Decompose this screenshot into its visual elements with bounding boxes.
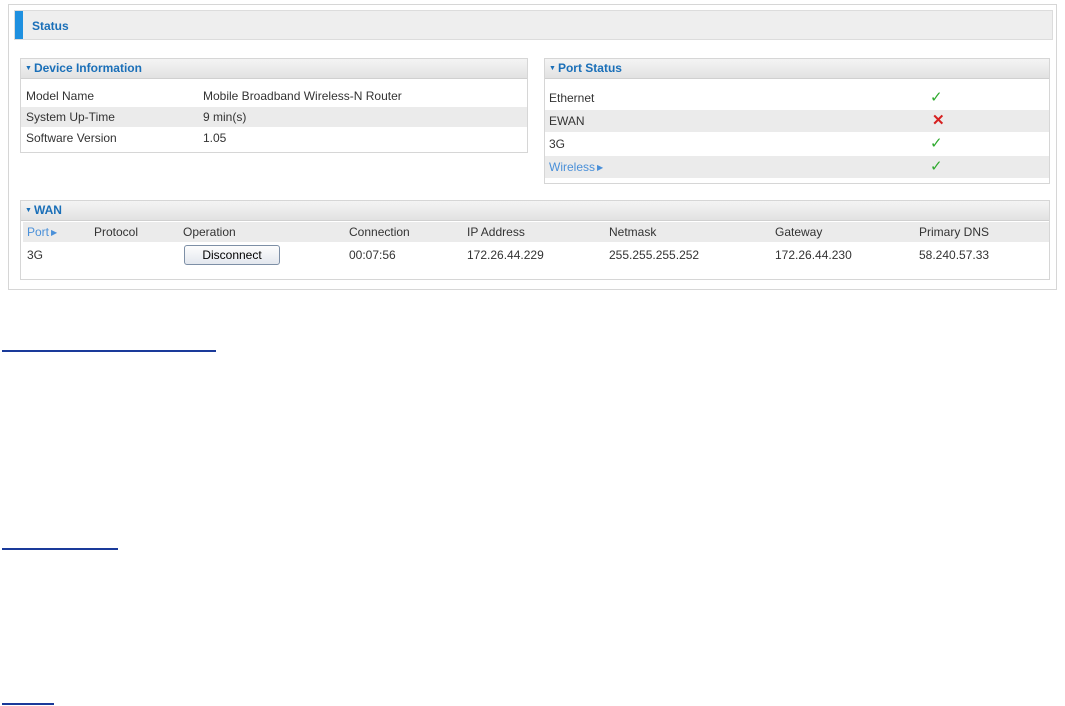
column-header-primary-dns: Primary DNS [919, 225, 990, 239]
wan-panel: ▼ WAN Port ▶ Protocol Operation Connection… [20, 200, 1050, 280]
port-status-title: Port Status [557, 61, 622, 75]
device-info-row: Model Name Mobile Broadband Wireless-N R… [21, 86, 527, 106]
status-header-bar: Status [14, 10, 1053, 40]
port-status-row: 3G ✓ [545, 133, 1049, 155]
port-label-3g: 3G [549, 137, 566, 151]
wan-connection-value: 00:07:56 [349, 248, 396, 262]
collapse-triangle-icon: ▼ [549, 65, 556, 72]
status-page-frame: Status ▼ Device Information Model Name Mo… [8, 4, 1057, 290]
column-header-protocol: Protocol [94, 225, 139, 239]
wan-port-value: 3G [27, 248, 44, 262]
wan-table-header: Port ▶ Protocol Operation Connection IP A… [23, 222, 1049, 242]
collapse-triangle-icon: ▼ [25, 65, 32, 72]
port-label-ethernet: Ethernet [549, 91, 595, 105]
wan-ip-address-value: 172.26.44.229 [467, 248, 544, 262]
wireless-link[interactable]: Wireless ▶ [549, 156, 603, 179]
collapse-triangle-icon: ▼ [25, 207, 32, 214]
wan-primary-dns-value: 58.240.57.33 [919, 248, 990, 262]
disconnect-button[interactable]: Disconnect [184, 245, 280, 265]
wan-header[interactable]: ▼ WAN [21, 201, 1049, 221]
underline-divider [2, 350, 216, 352]
column-header-netmask: Netmask [609, 225, 657, 239]
column-header-connection: Connection [349, 225, 410, 239]
check-icon: ✓ [930, 135, 943, 152]
device-info-label: Software Version [26, 131, 117, 145]
column-header-ip-address: IP Address [467, 225, 525, 239]
device-information-title: Device Information [33, 61, 142, 75]
wan-netmask-value: 255.255.255.252 [609, 248, 700, 262]
device-info-label: Model Name [26, 89, 95, 103]
port-label-ewan: EWAN [549, 114, 585, 128]
arrow-right-icon: ▶ [51, 228, 58, 237]
cross-icon: ✕ [932, 112, 945, 129]
wan-gateway-value: 172.26.44.230 [775, 248, 852, 262]
port-status-row: EWAN ✕ [545, 110, 1049, 132]
column-header-gateway: Gateway [775, 225, 823, 239]
device-info-value: Mobile Broadband Wireless-N Router [203, 89, 402, 103]
device-info-row: System Up-Time 9 min(s) [21, 107, 527, 127]
status-accent-bar [15, 11, 23, 39]
underline-divider [2, 703, 54, 705]
column-header-operation: Operation [183, 225, 236, 239]
column-header-port: Port [27, 225, 50, 239]
device-information-panel: ▼ Device Information Model Name Mobile Br… [20, 58, 528, 153]
device-info-value: 9 min(s) [203, 110, 247, 124]
port-status-row: Wireless ▶ ✓ [545, 156, 1049, 178]
device-information-header[interactable]: ▼ Device Information [21, 59, 527, 79]
wireless-link-label: Wireless [549, 160, 596, 174]
page-title: Status [32, 19, 69, 33]
arrow-right-icon: ▶ [597, 163, 604, 172]
table-row: 3G Disconnect 00:07:56 172.26.44.229 255… [23, 244, 1049, 266]
device-info-row: Software Version 1.05 [21, 128, 527, 148]
device-info-value: 1.05 [203, 131, 227, 145]
wan-title: WAN [33, 203, 62, 217]
check-icon: ✓ [930, 158, 943, 175]
port-status-panel: ▼ Port Status Ethernet ✓ EWAN ✕ 3G ✓ Wire… [544, 58, 1050, 184]
underline-divider [2, 548, 118, 550]
port-status-header[interactable]: ▼ Port Status [545, 59, 1049, 79]
port-status-row: Ethernet ✓ [545, 87, 1049, 109]
wan-port-column-link[interactable]: Port ▶ [27, 222, 57, 243]
check-icon: ✓ [930, 89, 943, 106]
device-info-label: System Up-Time [26, 110, 115, 124]
